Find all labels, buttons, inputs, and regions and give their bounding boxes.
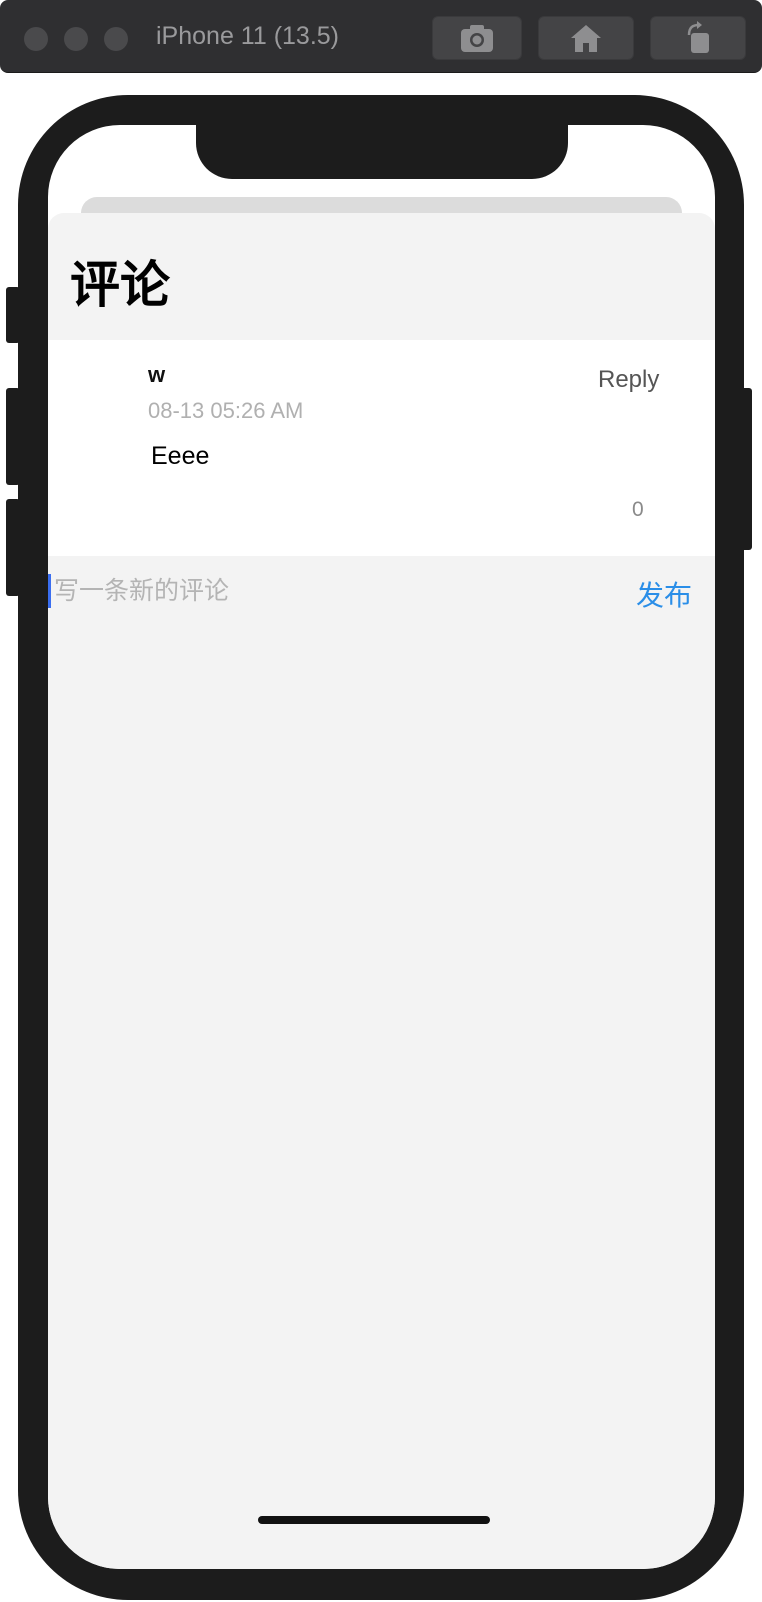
screenshot-icon: [461, 25, 493, 52]
screenshot-button[interactable]: [432, 16, 522, 60]
home-indicator[interactable]: [258, 1516, 490, 1524]
simulator-title: iPhone 11 (13.5): [156, 22, 339, 50]
home-button[interactable]: [538, 16, 634, 60]
comment-timestamp: 08-13 05:26 AM: [148, 398, 304, 423]
home-icon: [571, 25, 601, 52]
zoom-window-button[interactable]: [104, 27, 128, 51]
close-window-button[interactable]: [24, 27, 48, 51]
minimize-window-button[interactable]: [64, 27, 88, 51]
comment-author: w: [148, 362, 166, 387]
reply-button[interactable]: Reply: [598, 366, 659, 394]
like-count[interactable]: 0: [632, 498, 644, 522]
publish-button[interactable]: 发布: [636, 574, 692, 614]
rotate-button[interactable]: [650, 16, 746, 60]
simulator-title-bar: iPhone 11 (13.5): [0, 0, 762, 73]
comment-item: w 08-13 05:26 AM Eeee Reply 0: [48, 340, 715, 556]
comment-body: Eeee: [151, 442, 210, 470]
rotate-icon: [687, 21, 709, 53]
notch: [196, 125, 568, 179]
page-title: 评论: [70, 257, 170, 313]
text-cursor: [48, 574, 51, 608]
comments-sheet: 评论 w 08-13 05:26 AM Eeee Reply 0 发布: [48, 213, 715, 1569]
phone-screen: 评论 w 08-13 05:26 AM Eeee Reply 0 发布: [48, 125, 715, 1569]
comment-composer: 发布: [48, 558, 715, 622]
comment-input[interactable]: [54, 568, 614, 612]
